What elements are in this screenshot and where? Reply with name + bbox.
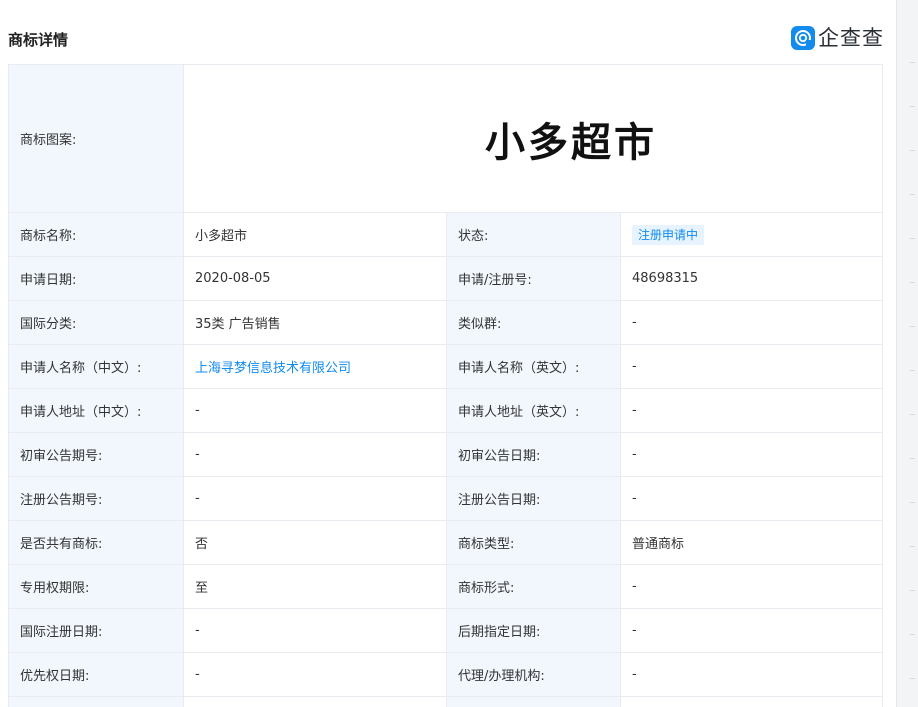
apply-date-label: 申请日期: <box>8 256 184 301</box>
applicant-en-value: - <box>619 344 884 389</box>
trademark-image-row: 商标图案: 小多超市 <box>8 64 884 213</box>
later-designation-date-value: - <box>619 608 884 653</box>
shared-trademark-label: 是否共有商标: <box>8 520 184 565</box>
prelim-date-value: - <box>619 432 884 477</box>
brand-name: 企查查 <box>818 26 884 50</box>
similar-group-value: - <box>619 300 884 345</box>
trademark-image-label: 商标图案: <box>8 64 184 213</box>
trademark-form-value: - <box>619 564 884 609</box>
shared-trademark-value: 否 <box>183 520 447 565</box>
brand-logo[interactable]: 企查查 <box>791 24 884 52</box>
table-row: 国际分类: 35类 广告销售 类似群: - <box>8 300 884 345</box>
applicant-cn-value: 上海寻梦信息技术有限公司 <box>183 344 447 389</box>
trademark-form-label: 商标形式: <box>446 564 621 609</box>
table-row: 是否共有商标: 否商标类型: 普通商标 <box>8 520 884 565</box>
address-cn-value: - <box>183 388 447 433</box>
address-en-value: - <box>619 388 884 433</box>
table-row: 初审公告期号: - 初审公告日期: - <box>8 432 884 477</box>
table-row: 国际注册日期: - 后期指定日期: - <box>8 608 884 653</box>
status-label: 状态: <box>446 212 621 257</box>
trademark-name-label: 商标名称: <box>8 212 184 257</box>
table-cell <box>8 696 184 707</box>
agency-value: - <box>619 652 884 697</box>
later-designation-date-label: 后期指定日期: <box>446 608 621 653</box>
right-side-panel <box>896 0 918 707</box>
table-row: 申请人名称（中文）: 上海寻梦信息技术有限公司 申请人名称（英文）: - <box>8 344 884 389</box>
address-en-label: 申请人地址（英文）: <box>446 388 621 433</box>
table-row <box>8 696 884 707</box>
similar-group-label: 类似群: <box>446 300 621 345</box>
status-badge: 注册申请中 <box>632 224 705 245</box>
trademark-detail-table: 商标图案: 小多超市 商标名称: 小多超市 状态: 注册申请中 申请日期: 2020-08… <box>8 64 884 707</box>
intl-class-value: 35类 广告销售 <box>183 300 447 345</box>
priority-date-value: - <box>183 652 447 697</box>
applicant-en-label: 申请人名称（英文）: <box>446 344 621 389</box>
table-row: 专用权期限: 至商标形式: - <box>8 564 884 609</box>
table-row: 优先权日期: - 代理/办理机构: - <box>8 652 884 697</box>
apply-date-value: 2020-08-05 <box>183 256 447 301</box>
trademark-image: 小多超市 <box>182 64 884 213</box>
qichacha-logo-icon <box>791 26 815 50</box>
address-cn-label: 申请人地址（中文）: <box>8 388 184 433</box>
status-value: 注册申请中 <box>619 212 884 257</box>
applicant-cn-label: 申请人名称（中文）: <box>8 344 184 389</box>
prelim-issue-label: 初审公告期号: <box>8 432 184 477</box>
trademark-name-value: 小多超市 <box>183 212 447 257</box>
table-row: 申请人地址（中文）: - 申请人地址（英文）: - <box>8 388 884 433</box>
exclusive-term-value: 至 <box>183 564 447 609</box>
table-cell <box>183 696 447 707</box>
reg-date-label: 注册公告日期: <box>446 476 621 521</box>
prelim-date-label: 初审公告日期: <box>446 432 621 477</box>
trademark-image-text: 小多超市 <box>485 119 658 166</box>
table-row: 商标名称: 小多超市 状态: 注册申请中 <box>8 212 884 257</box>
page-title: 商标详情 <box>8 31 69 49</box>
reg-number-value: 48698315 <box>619 256 884 301</box>
reg-number-label: 申请/注册号: <box>446 256 621 301</box>
trademark-type-label: 商标类型: <box>446 520 621 565</box>
table-cell <box>446 696 621 707</box>
table-row: 注册公告期号: - 注册公告日期: - <box>8 476 884 521</box>
agency-label: 代理/办理机构: <box>446 652 621 697</box>
reg-issue-label: 注册公告期号: <box>8 476 184 521</box>
reg-issue-value: - <box>183 476 447 521</box>
exclusive-term-label: 专用权期限: <box>8 564 184 609</box>
table-row: 申请日期: 2020-08-05 申请/注册号: 48698315 <box>8 256 884 301</box>
applicant-company-link[interactable]: 上海寻梦信息技术有限公司 <box>195 361 351 376</box>
priority-date-label: 优先权日期: <box>8 652 184 697</box>
trademark-type-value: 普通商标 <box>619 520 884 565</box>
table-cell <box>619 696 884 707</box>
intl-class-label: 国际分类: <box>8 300 184 345</box>
reg-date-value: - <box>619 476 884 521</box>
intl-reg-date-label: 国际注册日期: <box>8 608 184 653</box>
prelim-issue-value: - <box>183 432 447 477</box>
intl-reg-date-value: - <box>183 608 447 653</box>
page-header: 商标详情 企查查 <box>0 0 896 64</box>
